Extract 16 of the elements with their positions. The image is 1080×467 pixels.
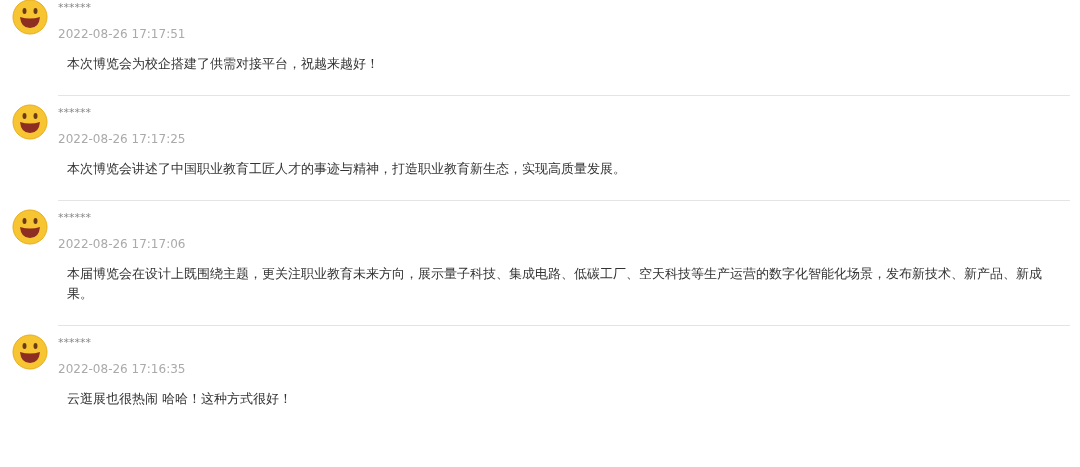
smiley-avatar-icon [12,334,48,370]
smiley-avatar-icon [12,0,48,35]
comment-time: 2022-08-26 17:17:06 [58,236,187,252]
comment-text: 云逛展也很热闹 哈哈！这种方式很好！ [66,390,294,408]
smiley-avatar-icon [12,104,48,140]
user-name: ****** [58,1,92,15]
comment-time: 2022-08-26 17:17:25 [58,131,187,147]
comment-text: 本届博览会在设计上既围绕主题，更关注职业教育未来方向，展示量子科技、集成电路、低碳工厂、空天科技等生产运营的数字化智能化场景，发布新技术、新产品、新成果。 [66,265,1043,303]
user-name: ****** [58,211,92,225]
user-name: ****** [58,336,92,350]
comment-time: 2022-08-26 17:16:35 [58,361,187,377]
comment-text: 本次博览会为校企搭建了供需对接平台，祝越来越好！ [66,55,380,73]
comment-text: 本次博览会讲述了中国职业教育工匠人才的事迹与精神，打造职业教育新生态，实现高质量发展。 [66,160,627,178]
smiley-avatar-icon [12,209,48,245]
user-name: ****** [58,106,92,120]
comment-time: 2022-08-26 17:17:51 [58,26,187,42]
